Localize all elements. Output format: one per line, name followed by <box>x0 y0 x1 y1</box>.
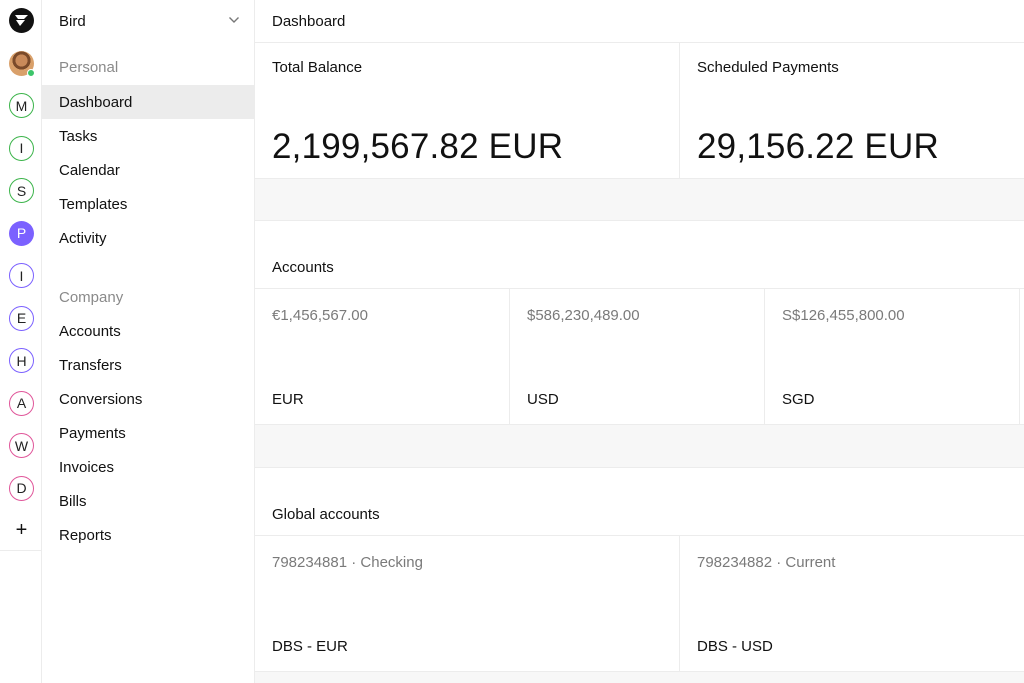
scheduled-payments-label: Scheduled Payments <box>697 59 839 76</box>
workspace-avatar[interactable]: W <box>9 433 34 458</box>
sidebar-item-dashboard[interactable]: Dashboard <box>42 85 254 119</box>
main-content: Dashboard Total Balance 2,199,567.82 EUR… <box>255 0 1024 683</box>
scheduled-payments-card[interactable]: Scheduled Payments 29,156.22 EUR <box>680 43 1024 178</box>
section-label-personal: Personal <box>59 59 119 76</box>
accounts-section-title: Accounts <box>272 259 334 276</box>
workspace-avatar[interactable]: I <box>9 263 34 288</box>
sidebar-item-calendar[interactable]: Calendar <box>42 153 254 187</box>
account-card[interactable]: $586,230,489.00 USD <box>510 289 765 425</box>
sidebar-item-bills[interactable]: Bills <box>42 484 254 518</box>
section-spacer <box>255 671 1024 683</box>
online-status-indicator <box>27 69 35 77</box>
account-currency: USD <box>527 391 559 408</box>
sidebar: Bird Personal Dashboard Tasks Calendar Temp… <box>42 0 255 683</box>
page-title: Dashboard <box>272 12 346 30</box>
account-currency: EUR <box>272 391 304 408</box>
workspace-avatar[interactable]: M <box>9 93 34 118</box>
workspace-avatar[interactable]: E <box>9 305 34 331</box>
sidebar-item-tasks[interactable]: Tasks <box>42 119 254 153</box>
global-account-number: 798234881 · Checking <box>272 554 423 571</box>
global-account-bank: DBS - USD <box>697 638 773 655</box>
global-account-number: 798234882 · Current <box>697 554 836 571</box>
section-spacer <box>255 178 1024 221</box>
account-amount: $586,230,489.00 <box>527 307 640 324</box>
total-balance-card[interactable]: Total Balance 2,199,567.82 EUR <box>255 43 680 178</box>
org-switcher[interactable]: Bird <box>42 0 254 42</box>
global-account-bank: DBS - EUR <box>272 638 348 655</box>
account-card[interactable]: S$126,455,800.00 SGD <box>765 289 1020 425</box>
sidebar-item-activity[interactable]: Activity <box>42 221 254 255</box>
app-logo-icon[interactable] <box>9 8 34 33</box>
total-balance-value: 2,199,567.82 EUR <box>272 127 564 166</box>
scheduled-payments-value: 29,156.22 EUR <box>697 127 939 166</box>
global-accounts-section-title: Global accounts <box>272 506 380 523</box>
sidebar-item-invoices[interactable]: Invoices <box>42 450 254 484</box>
section-spacer <box>255 424 1024 468</box>
page-header: Dashboard <box>255 0 1024 43</box>
user-avatar[interactable] <box>9 51 35 77</box>
workspace-avatar[interactable]: H <box>9 348 34 373</box>
account-amount: S$126,455,800.00 <box>782 307 905 324</box>
workspace-avatar[interactable]: P <box>9 220 34 246</box>
sidebar-item-payments[interactable]: Payments <box>42 416 254 450</box>
account-currency: SGD <box>782 391 815 408</box>
account-amount: €1,456,567.00 <box>272 307 368 324</box>
chevron-down-icon <box>229 17 239 23</box>
sidebar-item-templates[interactable]: Templates <box>42 187 254 221</box>
add-workspace-button[interactable]: + <box>9 518 34 543</box>
global-account-card[interactable]: 798234882 · Current DBS - USD <box>680 536 1024 672</box>
sidebar-item-accounts[interactable]: Accounts <box>42 314 254 348</box>
global-account-card[interactable]: 798234881 · Checking DBS - EUR <box>255 536 680 672</box>
section-label-company: Company <box>59 289 124 306</box>
account-card[interactable]: €1,456,567.00 EUR <box>255 289 510 425</box>
workspace-avatar[interactable]: I <box>9 135 34 161</box>
workspace-avatar[interactable]: D <box>9 475 34 501</box>
workspace-avatar[interactable]: A <box>9 390 34 416</box>
workspace-rail: MISPIEHAWD + <box>0 0 42 683</box>
sidebar-item-reports[interactable]: Reports <box>42 518 254 552</box>
rail-divider <box>0 550 41 551</box>
workspace-avatar[interactable]: S <box>9 178 34 203</box>
sidebar-item-conversions[interactable]: Conversions <box>42 382 254 416</box>
total-balance-label: Total Balance <box>272 59 363 76</box>
sidebar-item-transfers[interactable]: Transfers <box>42 348 254 382</box>
org-name: Bird <box>59 12 86 30</box>
